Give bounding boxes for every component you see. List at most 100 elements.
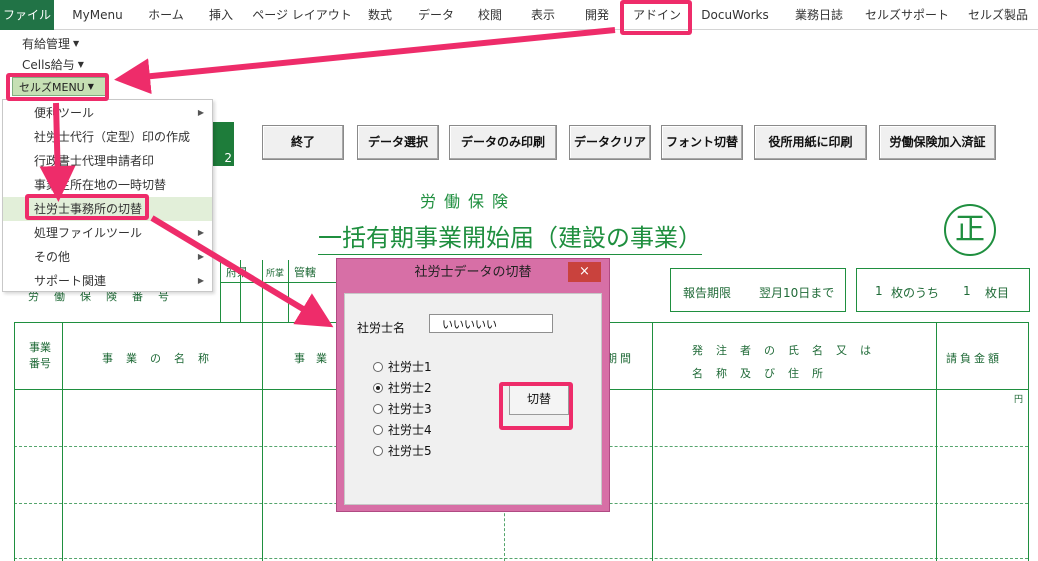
- menu-item-label: 社労士代行（定型）印の作成: [34, 130, 191, 144]
- col-header-period: 期間: [606, 352, 634, 365]
- original-seal: 正: [944, 204, 996, 256]
- col-header-location: 事 業: [294, 352, 327, 365]
- radio-icon: [373, 425, 383, 435]
- font-switch-button[interactable]: フォント切替: [661, 125, 743, 160]
- radio-label: 社労士2: [388, 381, 432, 395]
- menu-item-label: その他: [34, 250, 71, 264]
- submenu-arrow-icon: ▶: [197, 228, 204, 237]
- tab-business-log[interactable]: 業務日誌: [784, 0, 854, 30]
- submenu-arrow-icon: ▶: [197, 276, 204, 285]
- tab-cells-products[interactable]: セルズ製品: [960, 0, 1036, 30]
- page-current-label: 枚目: [985, 286, 1010, 300]
- highlight-addins-tab: [620, 0, 692, 35]
- form-subtitle: 労働保険: [420, 192, 517, 211]
- form-title: 一括有期事業開始届（建設の事業）: [318, 218, 702, 255]
- menu-cells-payroll[interactable]: Cells給与 ▼: [22, 56, 84, 73]
- menu-item-applicant-seal[interactable]: 行政書士代理申請者印: [3, 149, 212, 173]
- table-left-border: [14, 322, 15, 561]
- menu-item-support[interactable]: サポート関連 ▶: [3, 269, 212, 293]
- menu-item-other[interactable]: その他 ▶: [3, 245, 212, 269]
- tab-cells-support[interactable]: セルズサポート: [860, 0, 954, 30]
- yen-unit: 円: [1014, 395, 1024, 405]
- radio-sharoushi-2[interactable]: 社労士2: [373, 379, 432, 396]
- table-right-border: [1028, 322, 1029, 561]
- grid-line: [220, 282, 336, 283]
- data-select-button[interactable]: データ選択: [357, 125, 439, 160]
- menu-item-label: 行政書士代理申請者印: [34, 154, 155, 168]
- tab-data[interactable]: データ: [408, 0, 464, 30]
- tab-file[interactable]: ファイル: [0, 0, 54, 30]
- menu-item-label: 便利ツール: [34, 106, 95, 120]
- prefecture-label: 府県: [226, 266, 248, 279]
- highlight-office-switch-item: [25, 194, 149, 220]
- jurisdiction-small-label: 所掌: [266, 269, 285, 279]
- col-header-orderer-line1: 発 注 者 の 氏 名 又 は: [692, 344, 872, 357]
- menu-paid-leave-label: 有給管理: [22, 37, 71, 51]
- tab-page-layout[interactable]: ページ レイアウト: [250, 0, 354, 30]
- tab-docuworks[interactable]: DocuWorks: [692, 0, 778, 30]
- col-divider: [62, 322, 63, 561]
- submenu-arrow-icon: ▶: [197, 108, 204, 117]
- menu-item-seal-creation[interactable]: 社労士代行（定型）印の作成: [3, 125, 212, 149]
- col-header-name: 事 業 の 名 称: [102, 352, 210, 365]
- page-total: 1: [875, 284, 883, 298]
- grid-line: [262, 260, 263, 322]
- menu-item-label: 処理ファイルツール: [34, 226, 143, 240]
- col-header-amount: 請負金額: [946, 352, 1002, 365]
- ribbon-tab-bar: ファイル MyMenu ホーム 挿入 ページ レイアウト 数式 データ 校閲 表…: [0, 0, 1038, 30]
- tab-home[interactable]: ホーム: [140, 0, 192, 30]
- page-current: 1: [963, 284, 971, 298]
- grid-line: [240, 260, 241, 322]
- menu-item-label: サポート関連: [34, 274, 107, 288]
- tab-formulas[interactable]: 数式: [356, 0, 404, 30]
- highlight-switch-button: [499, 382, 573, 430]
- exit-button[interactable]: 終了: [262, 125, 344, 160]
- radio-sharoushi-3[interactable]: 社労士3: [373, 400, 432, 417]
- tab-insert[interactable]: 挿入: [196, 0, 246, 30]
- submenu-arrow-icon: ▶: [197, 252, 204, 261]
- print-data-only-button[interactable]: データのみ印刷: [449, 125, 557, 160]
- deadline-value: 翌月10日まで: [759, 286, 835, 300]
- radio-label: 社労士3: [388, 402, 432, 416]
- sharoushi-name-input[interactable]: [429, 314, 553, 333]
- deadline-box: 報告期限 翌月10日まで: [670, 268, 846, 312]
- radio-sharoushi-1[interactable]: 社労士1: [373, 358, 432, 375]
- menu-item-file-tools[interactable]: 処理ファイルツール ▶: [3, 221, 212, 245]
- radio-label: 社労士4: [388, 423, 432, 437]
- page-count-box: 1 枚のうち 1 枚目: [856, 268, 1030, 312]
- highlight-cells-menu: [6, 73, 109, 101]
- radio-label: 社労士1: [388, 360, 432, 374]
- data-clear-button[interactable]: データクリア: [569, 125, 651, 160]
- tab-view[interactable]: 表示: [518, 0, 568, 30]
- tab-mymenu[interactable]: MyMenu: [60, 0, 135, 30]
- col-divider: [652, 322, 653, 561]
- col-header-orderer-line2: 名 称 及 び 住 所: [692, 367, 824, 380]
- menu-item-label: 事業主所在地の一時切替: [34, 178, 167, 192]
- deadline-label: 報告期限: [683, 286, 732, 300]
- close-icon[interactable]: ×: [568, 262, 601, 282]
- green-sheet-button[interactable]: 2: [212, 122, 234, 166]
- page-total-label: 枚のうち: [891, 286, 940, 300]
- menu-paid-leave[interactable]: 有給管理 ▼: [22, 35, 79, 52]
- sharoushi-name-label: 社労士名: [357, 321, 406, 335]
- jurisdiction-label: 管轄: [294, 266, 316, 279]
- menu-item-utility-tools[interactable]: 便利ツール ▶: [3, 101, 212, 125]
- radio-sharoushi-4[interactable]: 社労士4: [373, 421, 432, 438]
- col-divider: [936, 322, 937, 561]
- table-row-divider: [14, 558, 1028, 559]
- grid-line: [220, 260, 221, 322]
- radio-sharoushi-5[interactable]: 社労士5: [373, 442, 432, 459]
- menu-cells-payroll-label: Cells給与: [22, 58, 75, 72]
- col-divider: [262, 322, 263, 561]
- print-office-form-button[interactable]: 役所用紙に印刷: [754, 125, 867, 160]
- radio-icon: [373, 446, 383, 456]
- caret-down-icon: ▼: [77, 60, 84, 69]
- radio-icon: [373, 404, 383, 414]
- radio-selected-icon: [373, 383, 383, 393]
- labor-insurance-certificate-button[interactable]: 労働保険加入済証: [879, 125, 996, 160]
- grid-line: [288, 260, 289, 322]
- caret-down-icon: ▼: [73, 39, 80, 48]
- tab-review[interactable]: 校閲: [466, 0, 514, 30]
- radio-icon: [373, 362, 383, 372]
- tab-developer[interactable]: 開発: [572, 0, 622, 30]
